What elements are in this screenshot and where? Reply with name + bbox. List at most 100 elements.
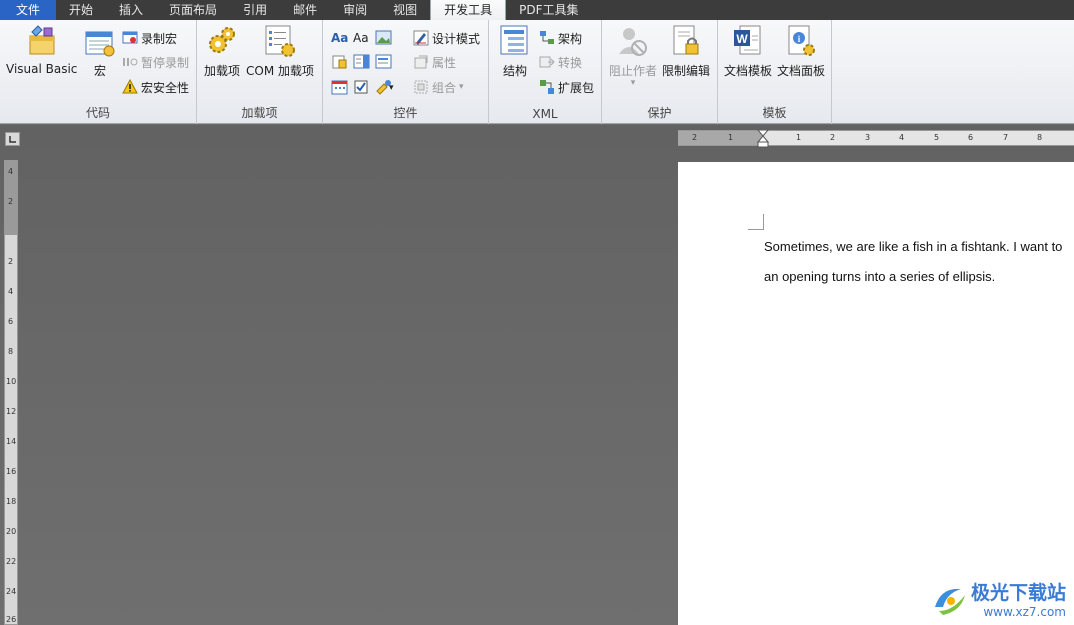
group-code-label: 代码 bbox=[85, 106, 110, 120]
macros-label: 宏 bbox=[93, 64, 106, 78]
visual-basic-icon bbox=[26, 24, 58, 58]
ribbon-tab-bar: 文件 开始 插入 页面布局 引用 邮件 审阅 视图 开发工具 PDF工具集 bbox=[0, 0, 1074, 20]
macros-icon bbox=[84, 24, 116, 58]
ruler-label: 7 bbox=[1003, 133, 1009, 142]
aurora-logo-icon bbox=[934, 588, 965, 615]
date-picker-control-icon[interactable] bbox=[331, 78, 349, 96]
rich-text-control-label: Aa bbox=[331, 31, 349, 45]
ruler-margin-left bbox=[678, 131, 762, 145]
tab-pdf-tools[interactable]: PDF工具集 bbox=[506, 0, 591, 20]
design-mode-icon bbox=[413, 30, 429, 46]
visual-basic-button[interactable]: Visual Basic bbox=[6, 24, 77, 76]
ruler-label: 8 bbox=[1037, 133, 1043, 142]
properties-button[interactable]: 属性 bbox=[413, 52, 456, 72]
watermark: 极光下载站 www.xz7.com bbox=[931, 578, 1066, 619]
tab-file[interactable]: 文件 bbox=[0, 0, 57, 20]
design-mode-label: 设计模式 bbox=[432, 31, 481, 46]
properties-label: 属性 bbox=[432, 55, 457, 70]
ruler-label: 4 bbox=[8, 167, 14, 176]
indent-marker-icon[interactable] bbox=[757, 130, 769, 148]
ruler-label: 2 bbox=[8, 197, 14, 206]
block-authors-button[interactable]: 阻止作者 ▾ bbox=[609, 24, 657, 88]
tab-developer[interactable]: 开发工具 bbox=[430, 0, 507, 20]
legacy-tools-dropdown[interactable]: ▾ bbox=[389, 78, 394, 98]
group-controls: Aa Aa ▾ 设计模式 属性 组合 ▾ 控件 bbox=[323, 20, 489, 124]
schema-icon bbox=[539, 30, 555, 46]
structure-label: 结构 bbox=[502, 64, 527, 78]
vertical-ruler[interactable]: 4 2 2 4 6 8 10 12 14 16 18 20 22 24 26 bbox=[4, 160, 18, 625]
ruler-label: 2 bbox=[830, 133, 836, 142]
ribbon: Visual Basic 宏 录制宏 暂停录制 宏安全性 代码 加载项 COM … bbox=[0, 20, 1074, 124]
checkbox-control-icon[interactable] bbox=[353, 78, 371, 96]
block-authors-icon bbox=[617, 24, 649, 58]
expansion-pack-label: 扩展包 bbox=[558, 80, 595, 95]
pause-icon bbox=[122, 54, 138, 70]
document-panel-icon: i bbox=[785, 24, 817, 58]
document-text-line[interactable]: Sometimes, we are like a fish in a fisht… bbox=[764, 239, 1062, 254]
record-macro-button[interactable]: 录制宏 bbox=[122, 28, 177, 48]
svg-text:W: W bbox=[736, 32, 748, 46]
tab-insert[interactable]: 插入 bbox=[106, 0, 156, 20]
group-addins: 加载项 COM 加载项 加载项 bbox=[197, 20, 323, 124]
document-template-button[interactable]: W 文档模板 bbox=[724, 24, 772, 79]
building-block-control-icon[interactable] bbox=[331, 53, 349, 71]
tab-references[interactable]: 引用 bbox=[230, 0, 280, 20]
document-text-line[interactable]: an opening turns into a series of ellips… bbox=[764, 269, 995, 284]
transform-button[interactable]: 转换 bbox=[539, 52, 582, 72]
design-mode-button[interactable]: 设计模式 bbox=[413, 28, 480, 48]
ruler-label: 4 bbox=[899, 133, 905, 142]
tab-selector-button[interactable] bbox=[5, 132, 20, 146]
group-label: 组合 bbox=[432, 80, 457, 95]
group-xml: 结构 架构 转换 扩展包 XML bbox=[489, 20, 602, 124]
tab-view[interactable]: 视图 bbox=[380, 0, 430, 20]
ruler-label: 24 bbox=[6, 587, 17, 596]
addins-button[interactable]: 加载项 bbox=[204, 24, 240, 79]
ruler-label: 1 bbox=[796, 133, 802, 142]
picture-control-icon[interactable] bbox=[375, 29, 393, 47]
dropdown-list-control-icon[interactable] bbox=[375, 53, 393, 71]
group-button[interactable]: 组合 ▾ bbox=[413, 77, 464, 97]
horizontal-ruler[interactable]: 2 1 1 2 3 4 5 6 7 8 bbox=[678, 130, 1074, 148]
group-templates-label: 模板 bbox=[762, 106, 787, 120]
combo-box-control-icon[interactable] bbox=[353, 53, 371, 71]
group-xml-label: XML bbox=[532, 107, 558, 121]
structure-button[interactable]: 结构 bbox=[499, 24, 531, 79]
watermark-url: www.xz7.com bbox=[983, 605, 1066, 619]
document-panel-button[interactable]: i 文档面板 bbox=[777, 24, 825, 79]
expansion-pack-button[interactable]: 扩展包 bbox=[539, 77, 594, 97]
ruler-label: 16 bbox=[6, 467, 17, 476]
document-panel-label: 文档面板 bbox=[777, 64, 826, 78]
macro-security-button[interactable]: 宏安全性 bbox=[122, 77, 189, 97]
tab-mailings[interactable]: 邮件 bbox=[280, 0, 330, 20]
group-protect-label: 保护 bbox=[647, 106, 672, 120]
ruler-label: 12 bbox=[6, 407, 17, 416]
record-macro-label: 录制宏 bbox=[141, 31, 178, 46]
rich-text-control-button[interactable]: Aa bbox=[331, 28, 348, 48]
schema-button[interactable]: 架构 bbox=[539, 28, 582, 48]
restrict-editing-label: 限制编辑 bbox=[662, 64, 711, 78]
group-icon bbox=[413, 79, 429, 95]
tab-review[interactable]: 审阅 bbox=[330, 0, 380, 20]
word-document-icon: W bbox=[732, 24, 764, 58]
tab-page-layout[interactable]: 页面布局 bbox=[156, 0, 230, 20]
group-addins-label: 加载项 bbox=[241, 106, 278, 120]
pause-recording-label: 暂停录制 bbox=[141, 55, 190, 70]
ruler-label: 14 bbox=[6, 437, 17, 446]
transform-label: 转换 bbox=[558, 55, 583, 70]
ruler-label: 20 bbox=[6, 527, 17, 536]
restrict-editing-button[interactable]: 限制编辑 bbox=[662, 24, 710, 79]
ruler-label: 22 bbox=[6, 557, 17, 566]
ruler-label: 6 bbox=[8, 317, 14, 326]
pause-recording-button[interactable]: 暂停录制 bbox=[122, 52, 189, 72]
visual-basic-label: Visual Basic bbox=[6, 62, 78, 76]
macros-button[interactable]: 宏 bbox=[84, 24, 116, 79]
document-page[interactable]: Sometimes, we are like a fish in a fisht… bbox=[678, 162, 1074, 625]
chevron-down-icon: ▾ bbox=[630, 78, 636, 88]
com-addins-button[interactable]: COM 加载项 bbox=[246, 24, 314, 79]
tab-home[interactable]: 开始 bbox=[56, 0, 106, 20]
addins-label: 加载项 bbox=[204, 64, 241, 78]
plain-text-control-button[interactable]: Aa bbox=[353, 28, 369, 48]
group-code: Visual Basic 宏 录制宏 暂停录制 宏安全性 代码 bbox=[0, 20, 197, 124]
com-addins-label: COM 加载项 bbox=[246, 64, 314, 78]
expansion-pack-icon bbox=[539, 79, 555, 95]
